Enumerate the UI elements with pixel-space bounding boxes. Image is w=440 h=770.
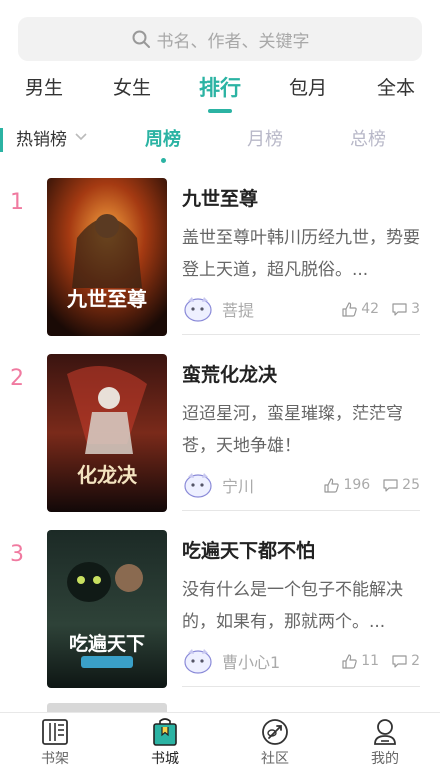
comment-count-value: 2 [411, 653, 420, 669]
svg-text:九世至尊: 九世至尊 [66, 287, 147, 311]
avatar [184, 473, 212, 498]
divider [182, 510, 420, 511]
book-description: 没有什么是一个包子不能解决的，如果有，那就两个。... [182, 580, 403, 632]
svg-text:化龙决: 化龙决 [77, 463, 138, 487]
like-count[interactable]: 42 [341, 301, 379, 318]
book-meta: 宁川 196 25 [182, 470, 420, 500]
like-count-value: 196 [343, 477, 371, 493]
bookstore-icon [153, 718, 177, 746]
author-name[interactable]: 曹小心1 [222, 649, 329, 673]
comment-count[interactable]: 25 [382, 477, 420, 494]
tab-monthly[interactable]: 包月 [264, 68, 352, 114]
tab-weekly[interactable]: 周榜 [145, 126, 181, 163]
search-bar[interactable]: 书名、作者、关键字 [18, 17, 422, 61]
book-description: 盖世至尊叶韩川历经九世，势要登上天道，超凡脱俗。... [182, 228, 420, 280]
profile-icon [374, 719, 396, 745]
nav-community[interactable]: 社区 [220, 713, 330, 770]
divider [182, 686, 420, 687]
rank-number: 2 [10, 366, 24, 391]
svg-text:吃遍天下: 吃遍天下 [69, 632, 145, 655]
comment-icon [392, 654, 407, 668]
list-item[interactable]: 2 化龙决 蛮荒化龙决 迢迢星河，蛮星璀璨，茫茫穹苍，天地争雄！ 宁川 196 [0, 354, 440, 530]
avatar [184, 297, 212, 322]
nav-label: 社区 [261, 751, 289, 767]
filter-accent-bar [0, 128, 3, 152]
nav-bookshelf[interactable]: 书架 [0, 713, 110, 770]
thumbs-up-icon [324, 477, 340, 493]
author-name[interactable]: 菩提 [222, 297, 329, 321]
bookshelf-icon [42, 719, 68, 745]
community-icon [262, 719, 288, 745]
book-cover[interactable]: 吃遍天下 [47, 530, 167, 688]
tab-ranking[interactable]: 排行 [176, 68, 264, 114]
thumbs-up-icon [342, 653, 357, 669]
book-title[interactable]: 蛮荒化龙决 [182, 360, 277, 387]
list-item[interactable]: 3 吃遍天下 吃遍天下都不怕 没有什么是一个包子不能解决的，如果有，那就两个。.… [0, 530, 440, 706]
book-cover[interactable]: 九世至尊 [47, 178, 167, 336]
category-tabs: 男生 女生 排行 包月 全本 [0, 68, 440, 114]
ranking-category-dropdown[interactable]: 热销榜 [16, 126, 67, 154]
book-description: 迢迢星河，蛮星璀璨，茫茫穹苍，天地争雄！ [182, 404, 403, 456]
rank-number: 1 [10, 190, 24, 215]
nav-profile[interactable]: 我的 [330, 713, 440, 770]
comment-count[interactable]: 2 [391, 653, 420, 670]
comment-icon [392, 302, 407, 316]
nav-label: 我的 [371, 751, 399, 767]
nav-bookstore[interactable]: 书城 [110, 713, 220, 770]
book-title[interactable]: 九世至尊 [182, 184, 258, 211]
rank-number: 3 [10, 542, 24, 567]
like-count[interactable]: 196 [323, 477, 370, 494]
tab-total-rank[interactable]: 总榜 [350, 126, 386, 154]
search-placeholder: 书名、作者、关键字 [156, 31, 310, 52]
book-meta: 曹小心1 11 2 [182, 646, 420, 676]
thumbs-up-icon [342, 301, 357, 317]
chevron-down-icon[interactable] [74, 132, 88, 142]
ranking-filter: 热销榜 周榜 月榜 总榜 [0, 120, 440, 164]
like-count[interactable]: 11 [341, 653, 379, 670]
book-meta: 菩提 42 3 [182, 294, 420, 324]
bottom-navigation: 书架 书城 社区 我的 [0, 712, 440, 770]
search-icon [132, 30, 150, 48]
like-count-value: 42 [361, 301, 380, 317]
book-cover[interactable]: 化龙决 [47, 354, 167, 512]
comment-count-value: 3 [411, 301, 420, 317]
tab-monthly-rank[interactable]: 月榜 [247, 126, 283, 154]
author-name[interactable]: 宁川 [222, 473, 311, 497]
nav-label: 书架 [41, 751, 69, 767]
tab-male[interactable]: 男生 [0, 68, 88, 114]
tab-complete[interactable]: 全本 [352, 68, 440, 114]
list-item[interactable]: 1 九世至尊 九世至尊 盖世至尊叶韩川历经九世，势要登上天道，超凡脱俗。... … [0, 178, 440, 354]
comment-icon [383, 478, 398, 492]
like-count-value: 11 [361, 653, 380, 669]
comment-count[interactable]: 3 [391, 301, 420, 318]
book-title[interactable]: 吃遍天下都不怕 [182, 536, 315, 563]
nav-label: 书城 [151, 751, 179, 767]
tab-female[interactable]: 女生 [88, 68, 176, 114]
avatar [184, 649, 212, 674]
comment-count-value: 25 [402, 477, 420, 493]
divider [182, 334, 420, 335]
